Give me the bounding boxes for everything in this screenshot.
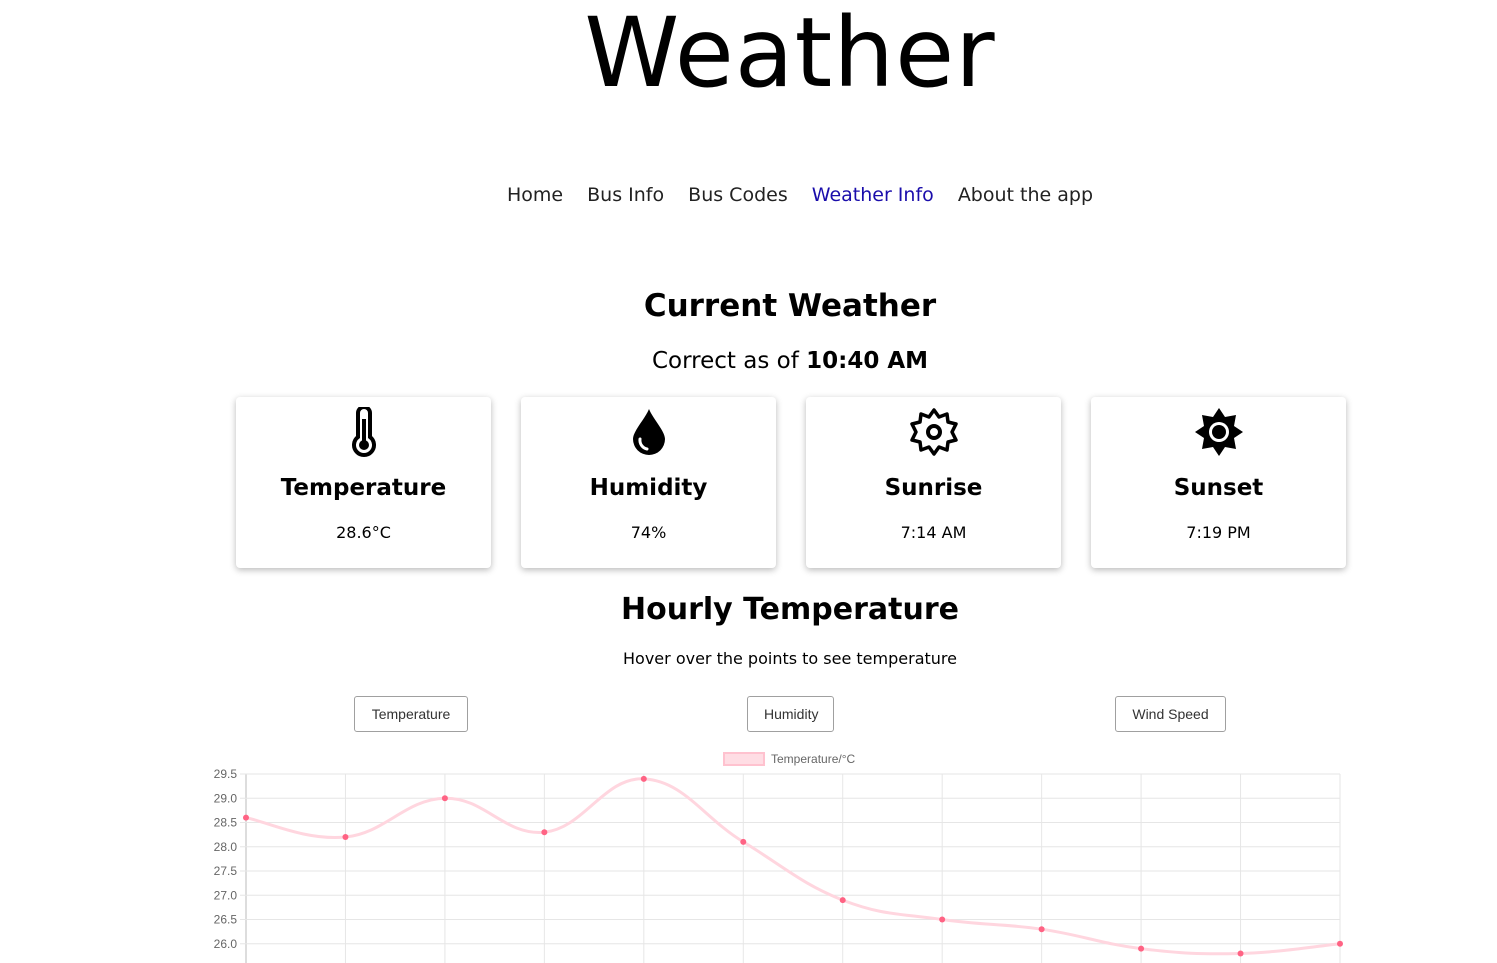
nav-about[interactable]: About the app xyxy=(958,184,1093,206)
chart-y-tick-label: 29.0 xyxy=(214,791,238,805)
chart-data-point[interactable] xyxy=(1138,945,1145,952)
chart-y-tick-label: 28.5 xyxy=(214,816,238,830)
sunset-card: Sunset 7:19 PM xyxy=(1091,397,1346,568)
chart-y-tick-label: 26.5 xyxy=(214,913,238,927)
current-weather-title: Current Weather xyxy=(643,288,937,324)
chart-y-tick-label: 29.5 xyxy=(214,767,238,781)
chart-series-line xyxy=(245,777,1341,956)
updated-time-line: Correct as of 10:40 AM xyxy=(0,348,1497,374)
card-label: Temperature xyxy=(280,475,447,501)
card-value: 7:19 PM xyxy=(1186,523,1251,542)
hourly-chart[interactable]: 29.5 29.0 28.5 28.0 27.5 27.0 26.5 26.0 Temperat… xyxy=(196,745,1356,963)
temperature-button[interactable]: Temperature xyxy=(354,696,468,732)
chart-data-point[interactable] xyxy=(740,838,747,845)
card-value: 74% xyxy=(630,523,667,542)
humidity-card: Humidity 74% xyxy=(521,397,776,568)
sunrise-card: Sunrise 7:14 AM xyxy=(806,397,1061,568)
chart-data-point[interactable] xyxy=(243,814,249,821)
card-label: Humidity xyxy=(589,475,708,501)
chart-data-point[interactable] xyxy=(541,829,548,836)
hourly-chart-svg[interactable]: 29.5 29.0 28.5 28.0 27.5 27.0 26.5 26.0 Temperat… xyxy=(196,745,1356,963)
card-value: 7:14 AM xyxy=(900,523,967,542)
sunrise-gear-icon xyxy=(806,407,1061,457)
nav-home[interactable]: Home xyxy=(507,184,563,206)
water-drop-icon xyxy=(521,407,776,457)
hover-hint: Hover over the points to see temperature xyxy=(623,649,957,668)
nav-bus-codes[interactable]: Bus Codes xyxy=(688,184,788,206)
updated-prefix: Correct as of xyxy=(651,348,799,374)
thermometer-icon xyxy=(236,407,491,457)
humidity-button[interactable]: Humidity xyxy=(747,696,834,732)
temperature-card: Temperature 28.6°C xyxy=(236,397,491,568)
card-value: 28.6°C xyxy=(336,523,391,542)
chart-data-point[interactable] xyxy=(839,897,846,904)
weather-page: Weather Home Bus Info Bus Codes Weather … xyxy=(0,0,1497,963)
chart-data-point[interactable] xyxy=(640,775,647,782)
chart-y-tick-label: 28.0 xyxy=(214,840,238,854)
chart-y-tick-label: 27.5 xyxy=(214,864,238,878)
chart-legend-label: Temperature/°C xyxy=(771,752,855,766)
nav-weather-info[interactable]: Weather Info xyxy=(812,184,934,206)
card-label: Sunset xyxy=(1173,475,1264,501)
chart-data-point[interactable] xyxy=(1038,926,1045,933)
chart-data-point[interactable] xyxy=(342,834,349,841)
wind-speed-button[interactable]: Wind Speed xyxy=(1115,696,1226,732)
card-label: Sunrise xyxy=(884,475,983,501)
chart-data-point[interactable] xyxy=(939,916,946,923)
chart-data-point[interactable] xyxy=(441,795,448,802)
updated-time: 10:40 AM xyxy=(806,348,929,374)
sun-icon xyxy=(1091,407,1346,457)
chart-y-tick-label: 26.0 xyxy=(214,937,238,951)
main-nav: Home Bus Info Bus Codes Weather Info Abo… xyxy=(0,184,1497,206)
chart-data-point[interactable] xyxy=(1337,940,1343,947)
chart-y-tick-label: 27.0 xyxy=(214,888,238,902)
chart-legend-swatch xyxy=(723,752,765,766)
hourly-temperature-title: Hourly Temperature xyxy=(621,592,959,627)
chart-data-point[interactable] xyxy=(1237,950,1244,957)
site-title: Weather xyxy=(584,0,996,109)
nav-bus-info[interactable]: Bus Info xyxy=(587,184,664,206)
